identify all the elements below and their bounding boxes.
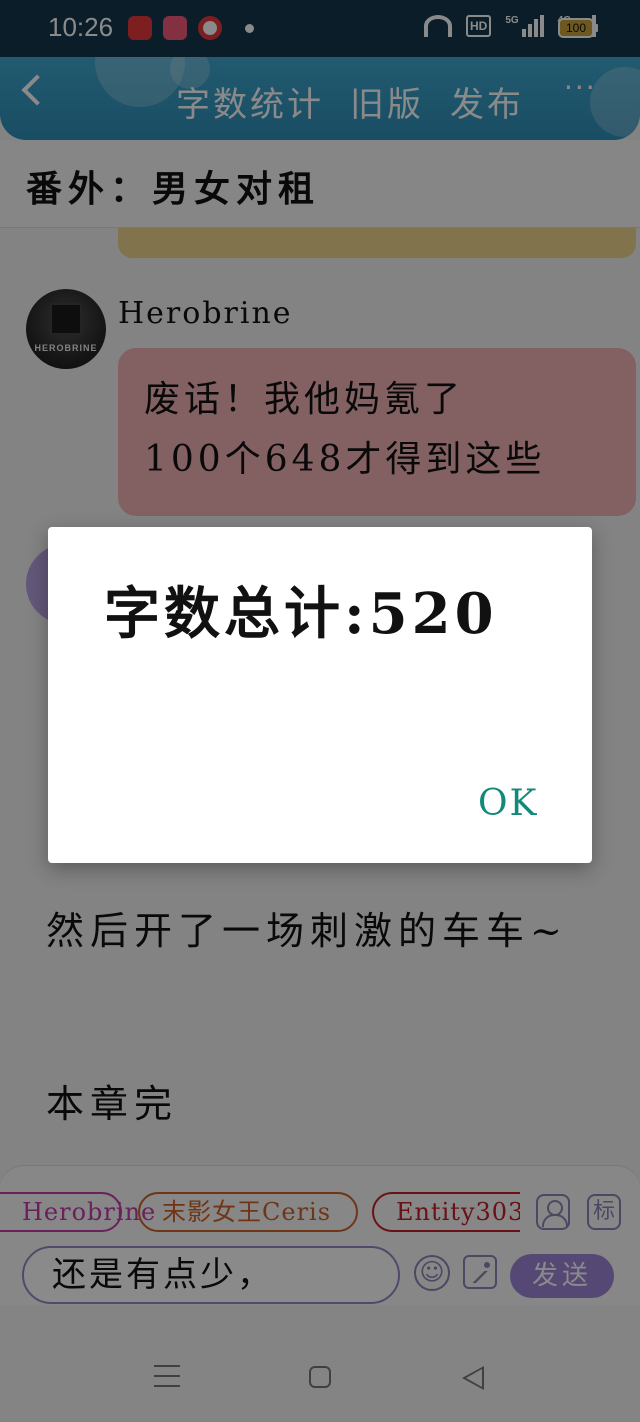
ok-button[interactable]: OK [478, 783, 538, 824]
dialog-message: 字数总计:520 [104, 581, 498, 647]
word-count-dialog: 字数总计:520 OK [48, 527, 592, 863]
